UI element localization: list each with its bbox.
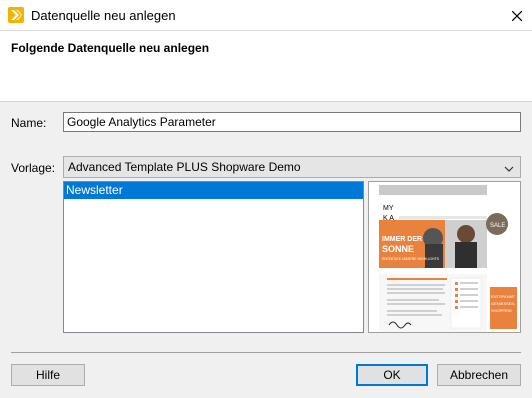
footer-divider — [11, 352, 521, 353]
preview-subline: ENTDECKE UNSERE HIGHLIGHTS — [382, 257, 440, 261]
close-button[interactable] — [501, 0, 532, 31]
preview-image: MY K A SALE IMMER DER SONNE ENTDECKE UNS… — [369, 182, 520, 332]
name-label: Name: — [11, 116, 47, 130]
preview-sale-badge: SALE — [490, 223, 505, 229]
list-item[interactable]: Newsletter — [64, 182, 363, 199]
window-title: Datenquelle neu anlegen — [31, 8, 176, 23]
chevron-down-icon — [504, 162, 514, 176]
preview-headline-2: SONNE — [382, 244, 414, 254]
cancel-button[interactable]: Abbrechen — [437, 364, 521, 386]
template-list[interactable]: Newsletter — [63, 181, 364, 333]
ok-button[interactable]: OK — [356, 364, 428, 386]
close-icon — [511, 10, 522, 21]
template-label: Vorlage: — [11, 161, 56, 175]
template-preview: MY K A SALE IMMER DER SONNE ENTDECKE UNS… — [368, 181, 521, 333]
preview-logo: MY — [383, 205, 394, 212]
name-field[interactable]: Google Analytics Parameter — [63, 112, 521, 132]
title-bar: Datenquelle neu anlegen — [0, 0, 532, 31]
template-select[interactable]: Advanced Template PLUS Shopware Demo — [63, 156, 521, 178]
header-band: Folgende Datenquelle neu anlegen — [0, 31, 532, 102]
preview-side-banner: ENTSPANNT — [491, 294, 515, 299]
template-select-value: Advanced Template PLUS Shopware Demo — [68, 160, 301, 174]
svg-text:GENIESSEN,: GENIESSEN, — [491, 301, 515, 306]
help-button[interactable]: Hilfe — [11, 364, 85, 386]
page-title: Folgende Datenquelle neu anlegen — [11, 41, 210, 55]
preview-headline-1: IMMER DER — [382, 236, 422, 243]
app-icon — [8, 7, 24, 23]
svg-text:SHOPPEN!: SHOPPEN! — [491, 308, 512, 313]
